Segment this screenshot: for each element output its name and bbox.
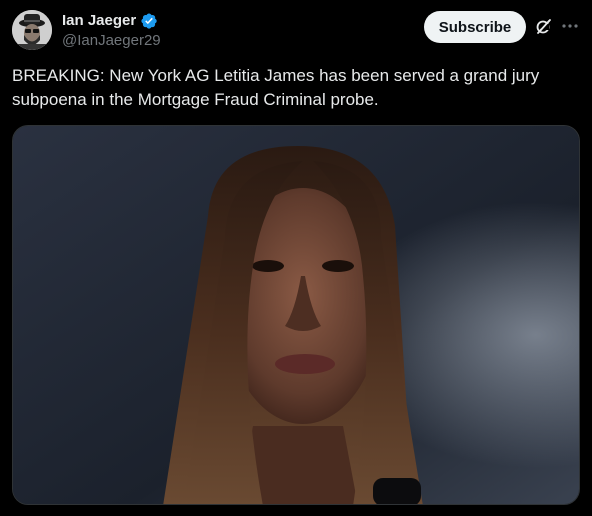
- subscribe-button[interactable]: Subscribe: [424, 11, 526, 43]
- author-handle[interactable]: @IanJaeger29: [62, 31, 161, 51]
- grok-icon[interactable]: [534, 16, 554, 36]
- display-name[interactable]: Ian Jaeger: [62, 11, 136, 31]
- avatar[interactable]: [12, 10, 52, 50]
- avatar-image: [12, 10, 52, 50]
- author-name-row: Ian Jaeger: [62, 11, 158, 31]
- post-media-photo[interactable]: [12, 125, 580, 505]
- tweet-card: Ian Jaeger @IanJaeger29 Subscribe BREAKI…: [0, 0, 592, 516]
- more-options-icon[interactable]: [560, 16, 580, 36]
- verified-badge-icon[interactable]: [140, 12, 158, 30]
- portrait-photo: [13, 126, 579, 504]
- post-text: BREAKING: New York AG Letitia James has …: [12, 66, 540, 109]
